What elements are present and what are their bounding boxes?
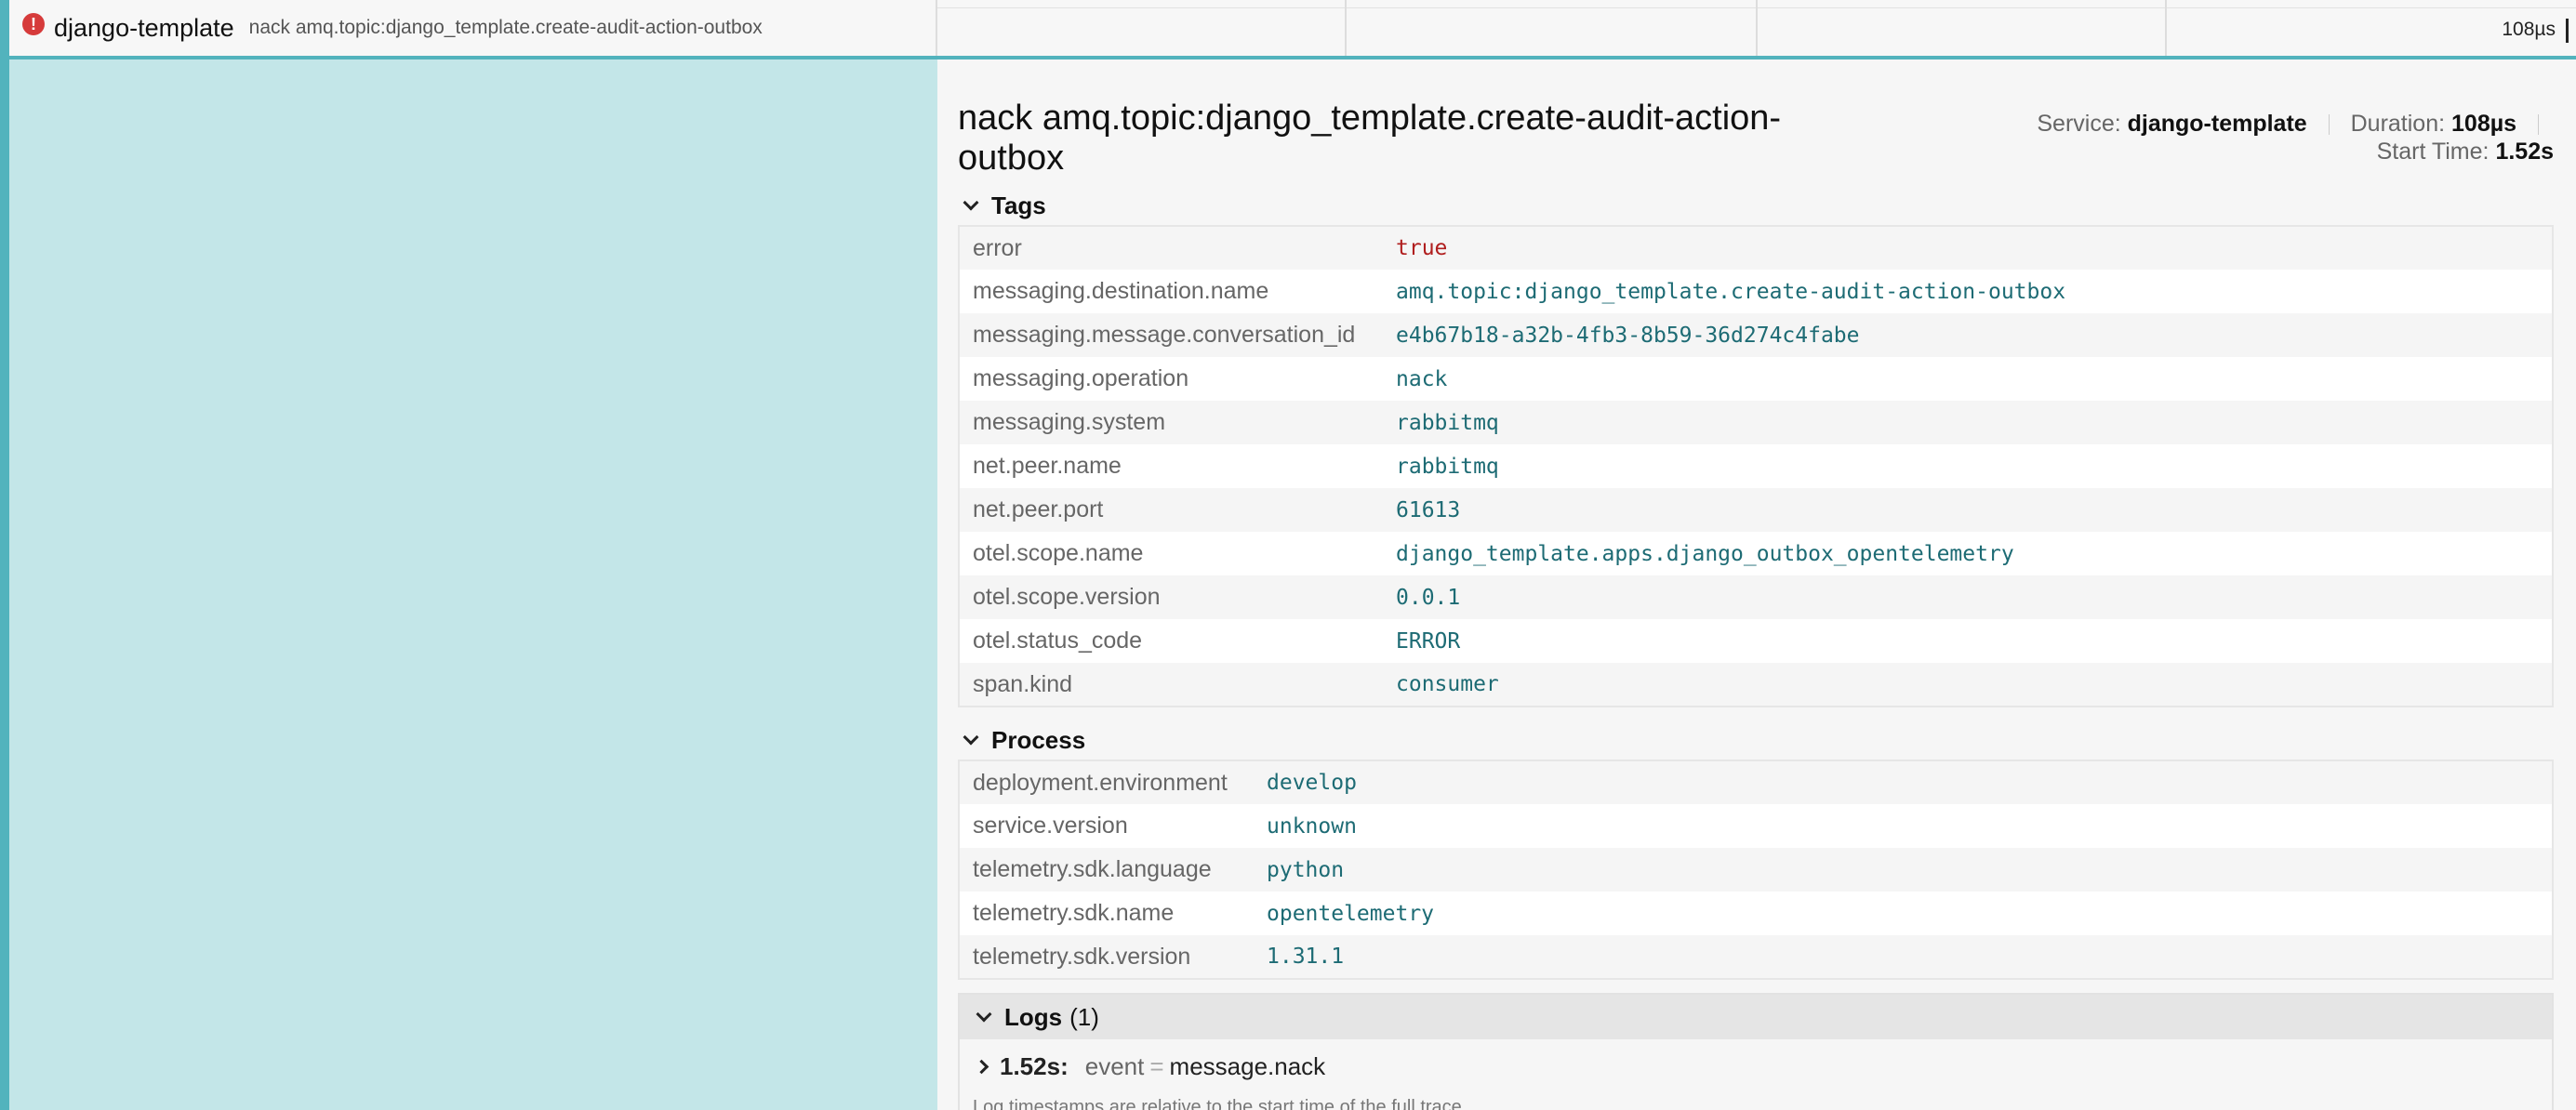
table-row[interactable]: telemetry.sdk.language python (959, 848, 2553, 892)
tag-value: ERROR (1383, 619, 2553, 663)
span-detail-left-fill (0, 59, 937, 1110)
tags-heading: Tags (991, 191, 1046, 219)
logs-note: Log timestamps are relative to the start… (973, 1097, 1467, 1110)
span-detail-panel: nack amq.topic:django_template.create-au… (937, 59, 2576, 1110)
table-row[interactable]: otel.scope.version 0.0.1 (959, 575, 2553, 619)
duration-meta-value: 108µs (2451, 111, 2517, 137)
logs-section: Logs (1) 1.52s: event = message.nack Log… (958, 993, 2554, 1110)
span-duration-label: 108µs (2502, 19, 2556, 40)
chevron-down-icon (963, 729, 979, 746)
meta-divider (2328, 114, 2330, 136)
process-heading: Process (991, 725, 1086, 754)
process-key: deployment.environment (959, 760, 1254, 804)
span-duration-bar (2566, 19, 2569, 43)
tag-value: amq.topic:django_template.create-audit-a… (1383, 270, 2553, 313)
table-row[interactable]: messaging.destination.name amq.topic:djan… (959, 270, 2553, 313)
timeline-tick (2165, 0, 2167, 56)
table-row[interactable]: messaging.message.conversation_id e4b67b1… (959, 313, 2553, 357)
tag-value: django_template.apps.django_outbox_opent… (1383, 532, 2553, 575)
process-key: telemetry.sdk.name (959, 892, 1254, 935)
service-meta-value: django-template (2127, 111, 2307, 137)
table-row[interactable]: service.version unknown (959, 804, 2553, 848)
span-accent-bar (0, 0, 9, 59)
timeline-tick (1345, 0, 1347, 56)
tag-key: net.peer.port (959, 488, 1383, 532)
table-row[interactable]: error true (959, 226, 2553, 270)
tag-key: messaging.system (959, 401, 1383, 444)
table-row[interactable]: otel.status_code ERROR (959, 619, 2553, 663)
table-row[interactable]: net.peer.name rabbitmq (959, 444, 2553, 488)
tag-key: error (959, 226, 1383, 270)
process-table: deployment.environment develop service.ve… (958, 760, 2554, 980)
log-field-equals: = (1149, 1051, 1164, 1080)
service-meta-label: Service: (2037, 111, 2121, 137)
tag-key: messaging.message.conversation_id (959, 313, 1383, 357)
process-value: unknown (1254, 804, 2553, 848)
process-value: develop (1254, 760, 2553, 804)
process-value: 1.31.1 (1254, 935, 2553, 979)
table-row[interactable]: messaging.operation nack (959, 357, 2553, 401)
duration-meta-label: Duration: (2350, 111, 2446, 137)
span-service-name: django-template (54, 13, 234, 42)
logs-body: 1.52s: event = message.nack Log timestam… (960, 1039, 2552, 1110)
detail-title: nack amq.topic:django_template.create-au… (958, 99, 1782, 178)
process-value: python (1254, 848, 2553, 892)
tag-key: otel.scope.version (959, 575, 1383, 619)
detail-header: nack amq.topic:django_template.create-au… (958, 80, 2554, 186)
error-icon: ! (22, 13, 45, 35)
log-field-key: event (1084, 1051, 1145, 1080)
tag-value: consumer (1383, 663, 2553, 707)
process-value: opentelemetry (1254, 892, 2553, 935)
tag-key: span.kind (959, 663, 1383, 707)
tag-key: messaging.destination.name (959, 270, 1383, 313)
tag-key: messaging.operation (959, 357, 1383, 401)
tag-value: e4b67b18-a32b-4fb3-8b59-36d274c4fabe (1383, 313, 2553, 357)
tag-value: 61613 (1383, 488, 2553, 532)
chevron-down-icon (963, 194, 979, 211)
span-accent-bar (0, 59, 9, 1110)
process-key: service.version (959, 804, 1254, 848)
detail-meta: Service: django-template Duration: 108µs… (2037, 110, 2554, 165)
process-toggle[interactable]: Process (958, 720, 2554, 760)
process-key: telemetry.sdk.language (959, 848, 1254, 892)
tag-key: net.peer.name (959, 444, 1383, 488)
log-timestamp: 1.52s: (1000, 1051, 1069, 1080)
logs-heading: Logs (1004, 1002, 1063, 1031)
span-operation-name: nack amq.topic:django_template.create-au… (248, 17, 763, 38)
table-row[interactable]: deployment.environment develop (959, 760, 2553, 804)
tags-table: error true messaging.destination.name amq.… (958, 225, 2554, 707)
span-timeline[interactable]: 108µs (937, 0, 2576, 56)
tag-value: 0.0.1 (1383, 575, 2553, 619)
log-field-value: message.nack (1169, 1051, 1326, 1080)
tag-key: otel.status_code (959, 619, 1383, 663)
tag-value: true (1383, 226, 2553, 270)
tag-key: otel.scope.name (959, 532, 1383, 575)
chevron-down-icon (976, 1006, 992, 1023)
start-time-value: 1.52s (2495, 139, 2554, 165)
chevron-right-icon (974, 1059, 989, 1074)
table-row[interactable]: span.kind consumer (959, 663, 2553, 707)
tag-value: rabbitmq (1383, 401, 2553, 444)
log-entry[interactable]: 1.52s: event = message.nack (971, 1039, 2552, 1093)
logs-count: (1) (1069, 1002, 1099, 1031)
timeline-tick (1756, 0, 1758, 56)
span-name-column[interactable]: ! django-template nack amq.topic:django_… (9, 0, 937, 56)
meta-divider (2538, 114, 2539, 136)
logs-toggle[interactable]: Logs (1) (960, 995, 2552, 1039)
table-row[interactable]: net.peer.port 61613 (959, 488, 2553, 532)
table-row[interactable]: telemetry.sdk.name opentelemetry (959, 892, 2553, 935)
span-row[interactable]: ! django-template nack amq.topic:django_… (0, 0, 2576, 59)
tag-value: nack (1383, 357, 2553, 401)
start-time-label: Start Time: (2376, 139, 2490, 165)
table-row[interactable]: messaging.system rabbitmq (959, 401, 2553, 444)
table-row[interactable]: telemetry.sdk.version 1.31.1 (959, 935, 2553, 979)
process-key: telemetry.sdk.version (959, 935, 1254, 979)
tags-toggle[interactable]: Tags (958, 186, 2554, 225)
tag-value: rabbitmq (1383, 444, 2553, 488)
table-row[interactable]: otel.scope.name django_template.apps.djan… (959, 532, 2553, 575)
